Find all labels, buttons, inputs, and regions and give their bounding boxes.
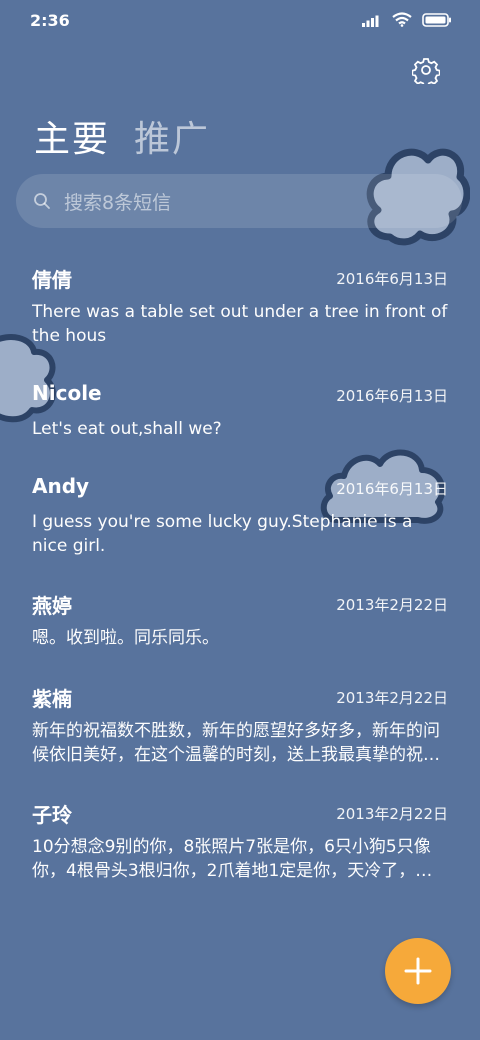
- message-date: 2013年2月22日: [336, 805, 448, 823]
- message-preview: Let's eat out,shall we?: [32, 419, 222, 439]
- search-bar[interactable]: 搜索8条短信: [16, 174, 462, 228]
- message-date: 2013年2月22日: [336, 596, 448, 614]
- message-item[interactable]: 燕婷 2013年2月22日 嗯。收到啦。同乐同乐。: [32, 590, 448, 650]
- plus-icon: [404, 957, 432, 985]
- battery-icon: [422, 12, 451, 27]
- tab-primary[interactable]: 主要: [34, 110, 110, 162]
- message-item[interactable]: Andy 2016年6月13日 I guess you're some luck…: [32, 474, 448, 558]
- message-date: 2016年6月13日: [336, 480, 448, 498]
- message-preview: I guess you're some lucky guy.Stephanie …: [32, 512, 413, 556]
- search-placeholder: 搜索8条短信: [64, 191, 172, 214]
- message-sender: 子玲: [32, 803, 72, 827]
- message-preview: 10分想念9别的你，8张照片7张是你，6只小狗5只像你，4根骨头3根归你，2爪着…: [32, 837, 433, 881]
- message-preview: 新年的祝福数不胜数，新年的愿望好多好多，新年的问候依旧美好，在这个温馨的时刻，送…: [32, 721, 440, 765]
- gear-icon[interactable]: [412, 56, 440, 84]
- message-sender: Andy: [32, 474, 90, 498]
- message-date: 2016年6月13日: [336, 270, 448, 288]
- status-icons: [362, 12, 452, 27]
- wifi-icon: [392, 12, 412, 27]
- tab-bar: 主要 推广: [34, 110, 210, 162]
- search-icon: [34, 193, 50, 209]
- message-sender: 紫楠: [32, 687, 72, 711]
- status-time: 2:36: [30, 11, 70, 30]
- message-sender: Nicole: [32, 381, 102, 405]
- message-sender: 燕婷: [32, 594, 72, 618]
- signal-icon: [362, 15, 379, 27]
- message-preview: There was a table set out under a tree i…: [32, 302, 448, 346]
- message-date: 2016年6月13日: [336, 387, 448, 405]
- compose-button[interactable]: [385, 938, 451, 1004]
- message-item[interactable]: 紫楠 2013年2月22日 新年的祝福数不胜数，新年的愿望好多好多，新年的问候依…: [32, 683, 448, 767]
- message-sender: 倩倩: [32, 268, 72, 292]
- tab-promotions[interactable]: 推广: [134, 110, 210, 162]
- message-item[interactable]: 倩倩 2016年6月13日 There was a table set out …: [32, 264, 448, 348]
- message-date: 2013年2月22日: [336, 689, 448, 707]
- message-preview: 嗯。收到啦。同乐同乐。: [32, 628, 219, 648]
- message-item[interactable]: Nicole 2016年6月13日 Let's eat out,shall we…: [32, 381, 448, 441]
- message-item[interactable]: 子玲 2013年2月22日 10分想念9别的你，8张照片7张是你，6只小狗5只像…: [32, 799, 448, 883]
- status-bar: 2:36: [0, 0, 480, 40]
